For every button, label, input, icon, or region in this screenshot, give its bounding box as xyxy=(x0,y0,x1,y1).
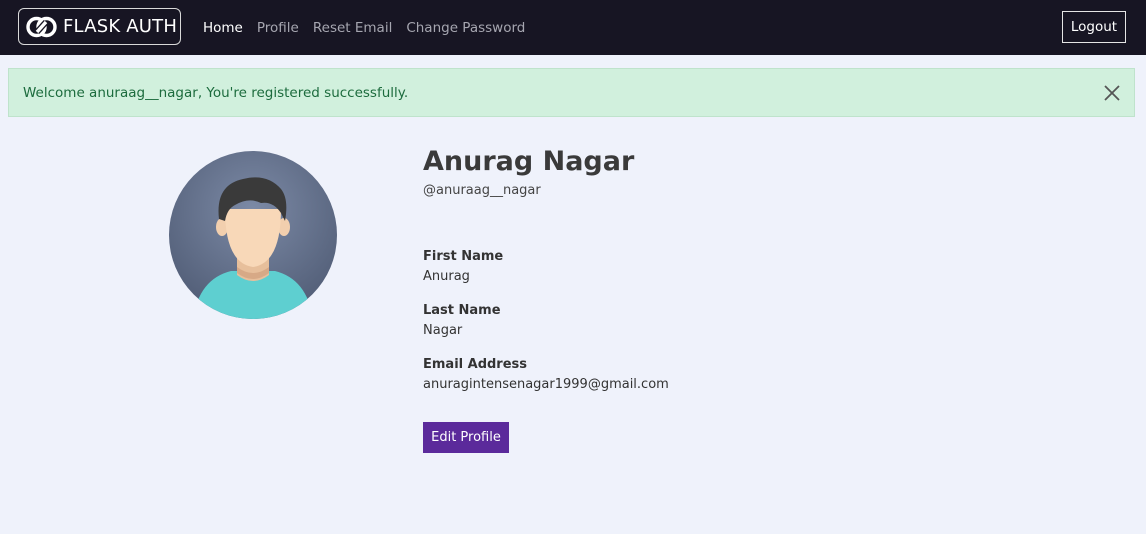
profile-full-name: Anurag Nagar xyxy=(423,146,635,177)
nav-link-profile[interactable]: Profile xyxy=(257,20,299,36)
email-address-label: Email Address xyxy=(423,357,528,372)
edit-profile-button[interactable]: Edit Profile xyxy=(423,422,509,453)
profile-username: @anuraag__nagar xyxy=(423,183,541,198)
navbar: FLASK AUTH Home Profile Reset Email Chan… xyxy=(0,0,1146,55)
success-alert: Welcome anuraag__nagar, You're registere… xyxy=(8,68,1135,117)
nav-links: Home Profile Reset Email Change Password xyxy=(203,0,539,55)
first-name-value: Anurag xyxy=(423,269,470,284)
nav-link-change-password[interactable]: Change Password xyxy=(406,20,525,36)
avatar xyxy=(169,151,337,319)
brand-link-icon xyxy=(26,16,57,37)
brand-logo-link[interactable]: FLASK AUTH xyxy=(18,8,181,45)
last-name-label: Last Name xyxy=(423,303,501,318)
brand-name: FLASK AUTH xyxy=(63,16,178,37)
alert-message: Welcome anuraag__nagar, You're registere… xyxy=(23,84,409,101)
profile-details: Anurag Nagar @anuraag__nagar First Name … xyxy=(423,143,823,453)
nav-link-reset-email[interactable]: Reset Email xyxy=(313,20,392,36)
email-address-value: anuragintensenagar1999@gmail.com xyxy=(423,377,669,392)
logout-button[interactable]: Logout xyxy=(1062,11,1126,43)
close-icon[interactable] xyxy=(1102,83,1122,103)
nav-link-home[interactable]: Home xyxy=(203,20,243,36)
first-name-label: First Name xyxy=(423,249,504,264)
last-name-value: Nagar xyxy=(423,323,463,338)
